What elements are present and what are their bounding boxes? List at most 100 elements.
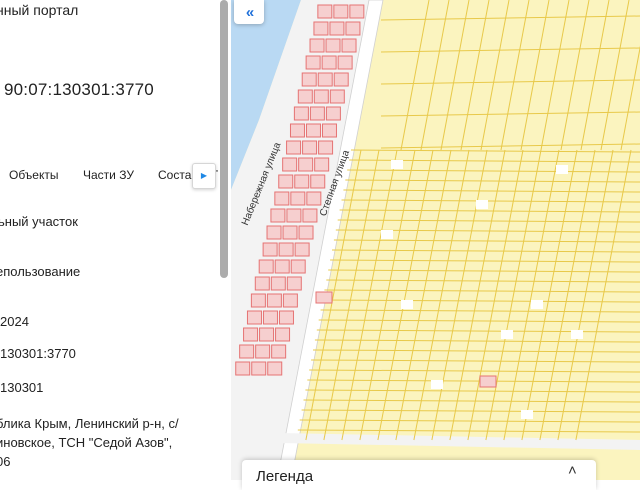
vacant-plot (571, 330, 583, 339)
building (283, 294, 297, 307)
building (350, 5, 364, 18)
tabs-next-button[interactable]: ▶ (192, 163, 216, 189)
building (287, 209, 301, 222)
parcel-boundary (340, 210, 640, 212)
building (303, 141, 317, 154)
parcel-boundary (381, 16, 640, 20)
building (240, 345, 254, 358)
building (342, 39, 356, 52)
building (338, 56, 352, 69)
parcel-boundary (342, 150, 397, 440)
building (318, 5, 332, 18)
parcel-boundary (396, 150, 451, 440)
chevron-up-icon[interactable]: ˄ (568, 462, 577, 479)
field-quarter: 130301 (0, 380, 43, 395)
building (330, 22, 344, 35)
parcel-boundary (414, 150, 469, 440)
building (260, 328, 274, 341)
parcel-boundary (432, 150, 487, 440)
building (256, 345, 270, 358)
parcel-boundary (621, 0, 640, 150)
info-panel: нный портал 90:07:130301:3770 Объекты Ча… (0, 0, 232, 480)
parcel-boundary (381, 80, 640, 84)
parcel-boundary (324, 290, 640, 292)
parcel-boundary (576, 150, 631, 440)
address-line: блика Крым, Ленинский р-н, с/ (0, 414, 179, 433)
building (334, 5, 348, 18)
vacant-plot (476, 200, 488, 209)
building (267, 226, 281, 239)
building (322, 124, 336, 137)
building (315, 158, 329, 171)
parcel-boundary (315, 340, 640, 342)
parcel-boundary (381, 112, 640, 116)
panel-scrollbar[interactable] (220, 0, 228, 278)
parcel-boundary (558, 150, 613, 440)
parcel-boundary (378, 150, 433, 440)
building (279, 311, 293, 324)
building (306, 56, 320, 69)
building (326, 107, 340, 120)
building (279, 175, 293, 188)
vacant-plot (501, 330, 513, 339)
vacant-plot (401, 300, 413, 309)
parcel-boundary (305, 390, 640, 392)
legend-title: Легенда (256, 468, 313, 485)
tabs-bar: Объекты Части ЗУ Соста Г (0, 160, 218, 190)
parcel-boundary (309, 370, 640, 372)
building (244, 328, 258, 341)
building (346, 22, 360, 35)
vacant-plot (556, 165, 568, 174)
map-canvas[interactable] (231, 0, 640, 480)
building (299, 226, 313, 239)
double-chevron-left-icon: « (246, 5, 252, 20)
parcel-boundary (486, 150, 541, 440)
tab-composition[interactable]: Соста (158, 168, 191, 182)
field-address: блика Крым, Ленинский р-н, с/ иновское, … (0, 414, 179, 471)
parcel-boundary (307, 380, 640, 382)
building (279, 243, 293, 256)
building (295, 243, 309, 256)
parcel-boundary (342, 200, 640, 202)
building (287, 277, 301, 290)
parcel-boundary (345, 180, 640, 182)
vacant-plot (391, 160, 403, 169)
building (306, 124, 320, 137)
building (318, 73, 332, 86)
legend-panel[interactable]: Легенда ˄ (242, 460, 596, 490)
field-usage: епользование (0, 264, 80, 279)
building (295, 175, 309, 188)
building (302, 73, 316, 86)
collapse-panel-button[interactable]: « (234, 0, 264, 24)
parcel-boundary (347, 170, 640, 172)
tab-objects[interactable]: Объекты (9, 168, 59, 182)
building (322, 56, 336, 69)
building (271, 277, 285, 290)
tab-parts[interactable]: Части ЗУ (83, 168, 134, 182)
parcel-boundary (328, 270, 640, 272)
map-view[interactable] (231, 0, 640, 480)
field-date: 2024 (0, 314, 29, 329)
building (310, 39, 324, 52)
building (252, 362, 266, 375)
parcel-boundary (300, 420, 640, 422)
address-line: иновское, ТСН "Седой Азов", (0, 433, 179, 452)
parcel-boundary (330, 260, 640, 262)
parcel-boundary (319, 320, 640, 322)
building (319, 141, 333, 154)
building (283, 158, 297, 171)
building (236, 362, 250, 375)
building (291, 192, 305, 205)
building (271, 209, 285, 222)
parcel-boundary (468, 150, 523, 440)
building (263, 243, 277, 256)
building (247, 311, 261, 324)
parcel-number: 90:07:130301:3770 (4, 80, 154, 100)
parcel-boundary (343, 190, 640, 192)
parcel-boundary (351, 150, 640, 152)
building (314, 90, 328, 103)
parcel-boundary (317, 330, 640, 332)
building (294, 107, 308, 120)
building (275, 192, 289, 205)
parcel-boundary (504, 150, 559, 440)
